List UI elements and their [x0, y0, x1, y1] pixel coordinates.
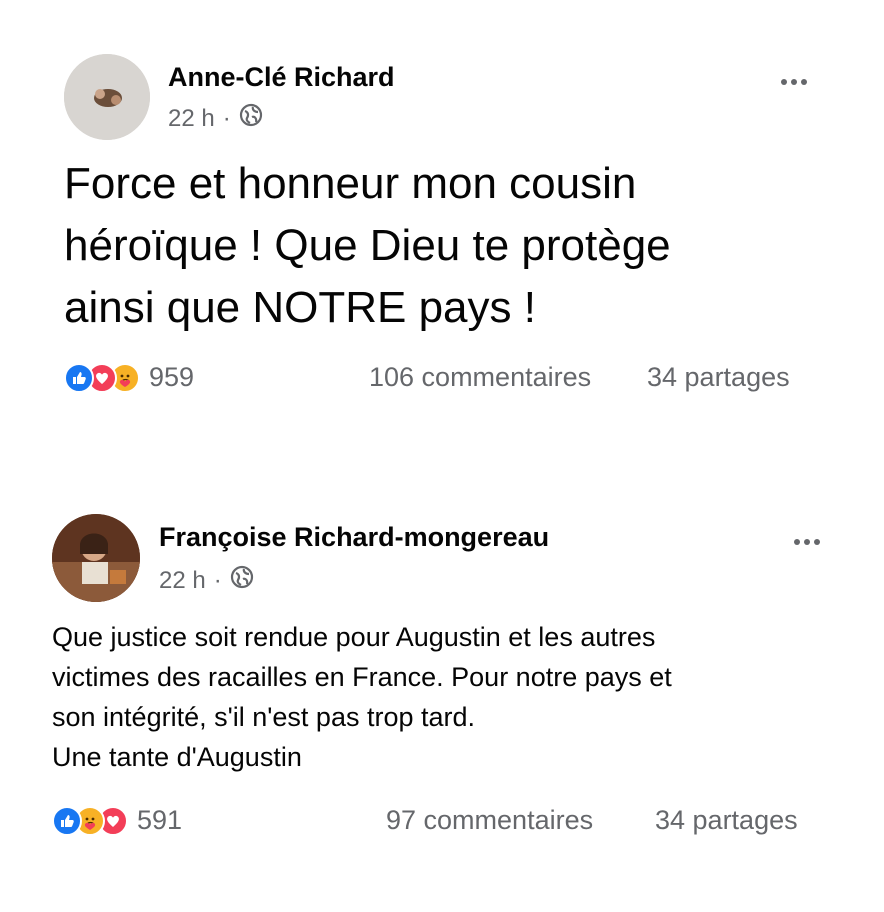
post-1: Anne-Clé Richard 22 h · Force et honneur… — [0, 0, 884, 440]
reaction-count: 591 — [137, 805, 183, 835]
post-meta: 22 h · — [168, 103, 263, 134]
reactions-summary[interactable]: 959 — [64, 362, 194, 393]
post-text: Force et honneur mon cousin héroïque ! Q… — [64, 159, 671, 332]
comments-count[interactable]: 97 commentaires — [386, 805, 593, 836]
post-time[interactable]: 22 h — [159, 567, 206, 595]
author-avatar[interactable] — [52, 514, 140, 602]
post-stats: 591 97 commentaires 34 partages — [0, 805, 884, 839]
globe-icon — [230, 565, 254, 596]
author-avatar[interactable] — [64, 54, 150, 140]
reaction-count: 959 — [149, 362, 195, 392]
post-time[interactable]: 22 h — [168, 105, 215, 133]
more-options-icon[interactable] — [794, 539, 820, 545]
author-name[interactable]: Anne-Clé Richard — [168, 62, 395, 93]
shares-count[interactable]: 34 partages — [655, 805, 798, 836]
post-meta: 22 h · — [159, 565, 254, 596]
avatar-photo — [52, 514, 140, 602]
more-options-icon[interactable] — [781, 79, 807, 85]
meta-separator: · — [222, 104, 231, 132]
avatar-photo — [64, 54, 150, 140]
globe-icon — [239, 103, 263, 134]
post-text: Que justice soit rendue pour Augustin et… — [52, 622, 672, 772]
shares-count[interactable]: 34 partages — [647, 362, 790, 393]
post-stats: 959 106 commentaires 34 partages — [0, 362, 884, 396]
comments-count[interactable]: 106 commentaires — [369, 362, 591, 393]
reactions-summary[interactable]: 591 — [52, 805, 182, 836]
like-icon — [52, 805, 82, 836]
author-name[interactable]: Françoise Richard-mongereau — [159, 522, 549, 553]
meta-separator: · — [213, 566, 222, 594]
like-icon — [64, 362, 94, 393]
post-2: Françoise Richard-mongereau 22 h · Que j… — [0, 470, 884, 912]
